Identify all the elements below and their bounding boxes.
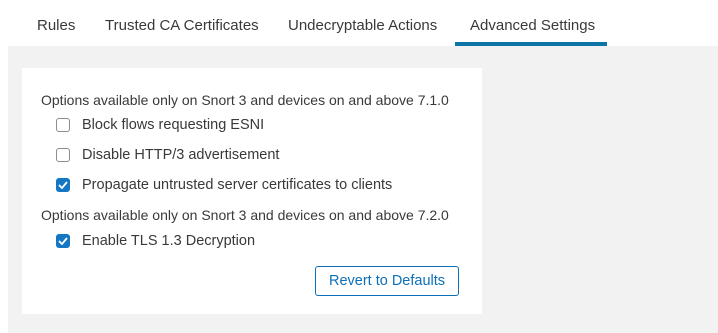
option-label: Block flows requesting ESNI <box>82 117 265 133</box>
option-block-esni[interactable]: Block flows requesting ESNI <box>56 115 264 135</box>
option-label: Propagate untrusted server certificates … <box>82 177 393 193</box>
checkbox-disable-http3[interactable] <box>56 148 70 162</box>
tab-advanced-settings[interactable]: Advanced Settings <box>470 17 595 34</box>
checkmark-icon <box>58 237 68 245</box>
tab-bar: Rules Trusted CA Certificates Undecrypta… <box>0 0 718 46</box>
checkbox-enable-tls13-decryption[interactable] <box>56 234 70 248</box>
tab-trusted-ca-certificates[interactable]: Trusted CA Certificates <box>105 17 259 34</box>
checkmark-icon <box>58 181 68 189</box>
section-heading-710: Options available only on Snort 3 and de… <box>41 92 449 108</box>
option-label: Enable TLS 1.3 Decryption <box>82 233 256 249</box>
tab-rules[interactable]: Rules <box>37 17 75 34</box>
section-heading-720: Options available only on Snort 3 and de… <box>41 207 449 223</box>
option-propagate-untrusted-certs[interactable]: Propagate untrusted server certificates … <box>56 175 392 195</box>
checkbox-block-esni[interactable] <box>56 118 70 132</box>
revert-to-defaults-button[interactable]: Revert to Defaults <box>315 266 459 296</box>
tab-undecryptable-actions[interactable]: Undecryptable Actions <box>288 17 437 34</box>
option-label: Disable HTTP/3 advertisement <box>82 147 280 163</box>
option-disable-http3[interactable]: Disable HTTP/3 advertisement <box>56 145 279 165</box>
option-enable-tls13-decryption[interactable]: Enable TLS 1.3 Decryption <box>56 231 255 251</box>
checkbox-propagate-untrusted-certs[interactable] <box>56 178 70 192</box>
